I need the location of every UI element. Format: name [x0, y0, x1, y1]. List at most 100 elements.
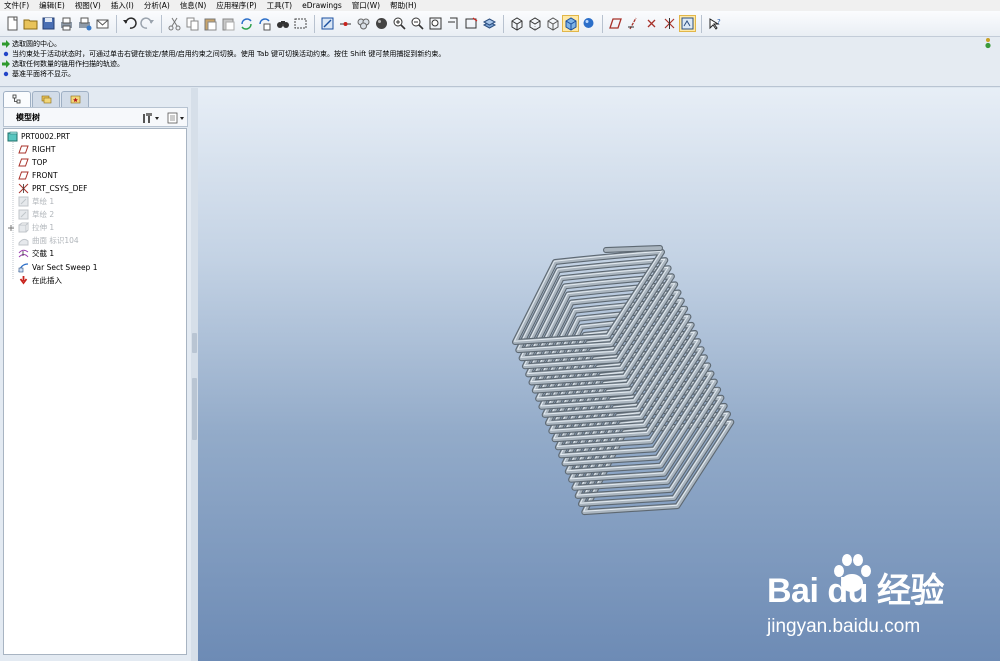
menu-item-8[interactable]: eDrawings — [302, 0, 342, 11]
tab-folder-browser[interactable] — [32, 91, 60, 107]
menu-item-4[interactable]: 分析(A) — [144, 0, 170, 11]
copy-icon — [186, 17, 199, 31]
traffic-light-icon[interactable] — [983, 37, 993, 49]
folder-tree-tab-icon — [41, 95, 51, 104]
tree-item-label: Var Sect Sweep 1 — [32, 262, 98, 272]
main-toolbar: ? — [0, 11, 1000, 37]
point-toggle-button[interactable] — [643, 15, 660, 32]
message-line: 选取圆的中心。 — [2, 39, 998, 49]
tree-show-button[interactable] — [166, 111, 186, 125]
save-button[interactable] — [40, 15, 57, 32]
redo-button[interactable] — [139, 15, 156, 32]
menu-item-0[interactable]: 文件(F) — [4, 0, 29, 11]
undo-button[interactable] — [121, 15, 138, 32]
tree-root-part[interactable]: PRT0002.PRT — [7, 130, 70, 142]
favorites-tab-icon — [70, 95, 80, 104]
select-box-icon — [294, 18, 307, 29]
splitter-grip-top[interactable] — [192, 333, 197, 353]
open-folder-button[interactable] — [22, 15, 39, 32]
menu-item-5[interactable]: 信息(N) — [180, 0, 206, 11]
find-icon — [277, 21, 289, 28]
appearance-button[interactable] — [580, 15, 597, 32]
tree-item-label: 交截 1 — [32, 249, 55, 259]
tree-item-label: PRT_CSYS_DEF — [32, 183, 88, 193]
paste-button[interactable] — [202, 15, 219, 32]
csys-toggle-button[interactable] — [661, 15, 678, 32]
zoom-out-button[interactable] — [409, 15, 426, 32]
toolbar-separator — [701, 14, 702, 33]
tree-item-label: PRT0002.PRT — [21, 131, 71, 141]
select-box-button[interactable] — [292, 15, 309, 32]
annotation-toggle-button[interactable] — [679, 15, 696, 32]
paste-special-button[interactable] — [220, 15, 237, 32]
tree-item[interactable]: FRONT — [18, 169, 58, 181]
tree-settings-button[interactable] — [141, 111, 161, 125]
save-icon — [42, 17, 55, 30]
menu-item-2[interactable]: 视图(V) — [75, 0, 101, 11]
coil-lead-wire-highlight — [604, 246, 662, 252]
regen-manager-button[interactable] — [256, 15, 273, 32]
orient-button[interactable] — [355, 15, 372, 32]
datum-plane-toggle-button[interactable] — [607, 15, 624, 32]
layers-icon — [482, 18, 497, 29]
send-mail-button[interactable] — [94, 15, 111, 32]
zoom-in-button[interactable] — [391, 15, 408, 32]
tree-item[interactable]: RIGHT — [18, 143, 55, 155]
spin-center-button[interactable] — [463, 15, 480, 32]
wireframe-button[interactable] — [508, 15, 525, 32]
tree-item[interactable]: 拉伸 1 — [8, 222, 54, 234]
model-tree: PRT0002.PRT RIGHT TOP FRONT PRT_CSYS_DEF 草绘 1… — [3, 128, 187, 655]
tree-item[interactable]: PRT_CSYS_DEF — [18, 182, 87, 194]
tree-item[interactable]: 在此插入 — [18, 274, 62, 286]
hidden-line-icon — [529, 17, 541, 31]
tree-item-label: 草绘 2 — [32, 210, 55, 220]
print-button[interactable] — [58, 15, 75, 32]
message-text: 选取任何数量的链用作扫描的轨迹。 — [12, 60, 124, 68]
menu-item-1[interactable]: 编辑(E) — [39, 0, 65, 11]
menu-item-6[interactable]: 应用程序(P) — [216, 0, 256, 11]
tree-item[interactable]: 曲面 标识104 — [18, 235, 79, 247]
sketch-icon — [18, 196, 29, 207]
tab-model-tree[interactable] — [3, 91, 31, 107]
extrude-icon — [18, 222, 29, 233]
datum-point-icon — [340, 22, 351, 26]
shading-ball-button[interactable] — [373, 15, 390, 32]
no-hidden-button[interactable] — [544, 15, 561, 32]
menu-item-3[interactable]: 插入(I) — [111, 0, 134, 11]
copy-button[interactable] — [184, 15, 201, 32]
sketch-button[interactable] — [319, 15, 336, 32]
tree-item[interactable]: TOP — [18, 156, 47, 168]
splitter-grip-bottom[interactable] — [192, 378, 197, 440]
hidden-line-button[interactable] — [526, 15, 543, 32]
menu-item-9[interactable]: 窗口(W) — [352, 0, 380, 11]
quick-print-button[interactable] — [76, 15, 93, 32]
print-icon — [61, 17, 72, 31]
datum-axis-toggle-button[interactable] — [625, 15, 642, 32]
menu-item-10[interactable]: 帮助(H) — [390, 0, 417, 11]
expand-icon[interactable] — [8, 224, 14, 231]
refit-button[interactable] — [427, 15, 444, 32]
layers-button[interactable] — [481, 15, 498, 32]
datum-point-button[interactable] — [337, 15, 354, 32]
svg-text:?: ? — [717, 18, 721, 26]
tree-item[interactable]: 交截 1 — [18, 248, 54, 260]
help-whats-this-button[interactable]: ? — [706, 15, 723, 32]
tree-item[interactable]: 草绘 1 — [18, 196, 54, 208]
tree-item-label: 在此插入 — [32, 275, 62, 285]
message-line: 基准平面将不显示。 — [2, 69, 998, 79]
repaint-button[interactable] — [445, 15, 462, 32]
model-tree-header: 模型树 — [3, 107, 188, 127]
tab-favorites[interactable] — [61, 91, 89, 107]
message-text: 当约束处于活动状态时，可通过单击右键在锁定/禁用/启用约束之间切换。使用 Tab… — [12, 50, 446, 58]
panel-splitter[interactable] — [191, 88, 198, 661]
regenerate-button[interactable] — [238, 15, 255, 32]
find-button[interactable] — [274, 15, 291, 32]
tree-item[interactable]: 草绘 2 — [18, 209, 54, 221]
regenerate-icon — [241, 18, 252, 30]
shaded-button[interactable] — [562, 15, 579, 32]
open-folder-icon — [23, 19, 38, 30]
cut-button[interactable] — [166, 15, 183, 32]
menu-item-7[interactable]: 工具(T) — [267, 0, 292, 11]
tree-item[interactable]: Var Sect Sweep 1 — [18, 261, 97, 273]
new-file-button[interactable] — [4, 15, 21, 32]
